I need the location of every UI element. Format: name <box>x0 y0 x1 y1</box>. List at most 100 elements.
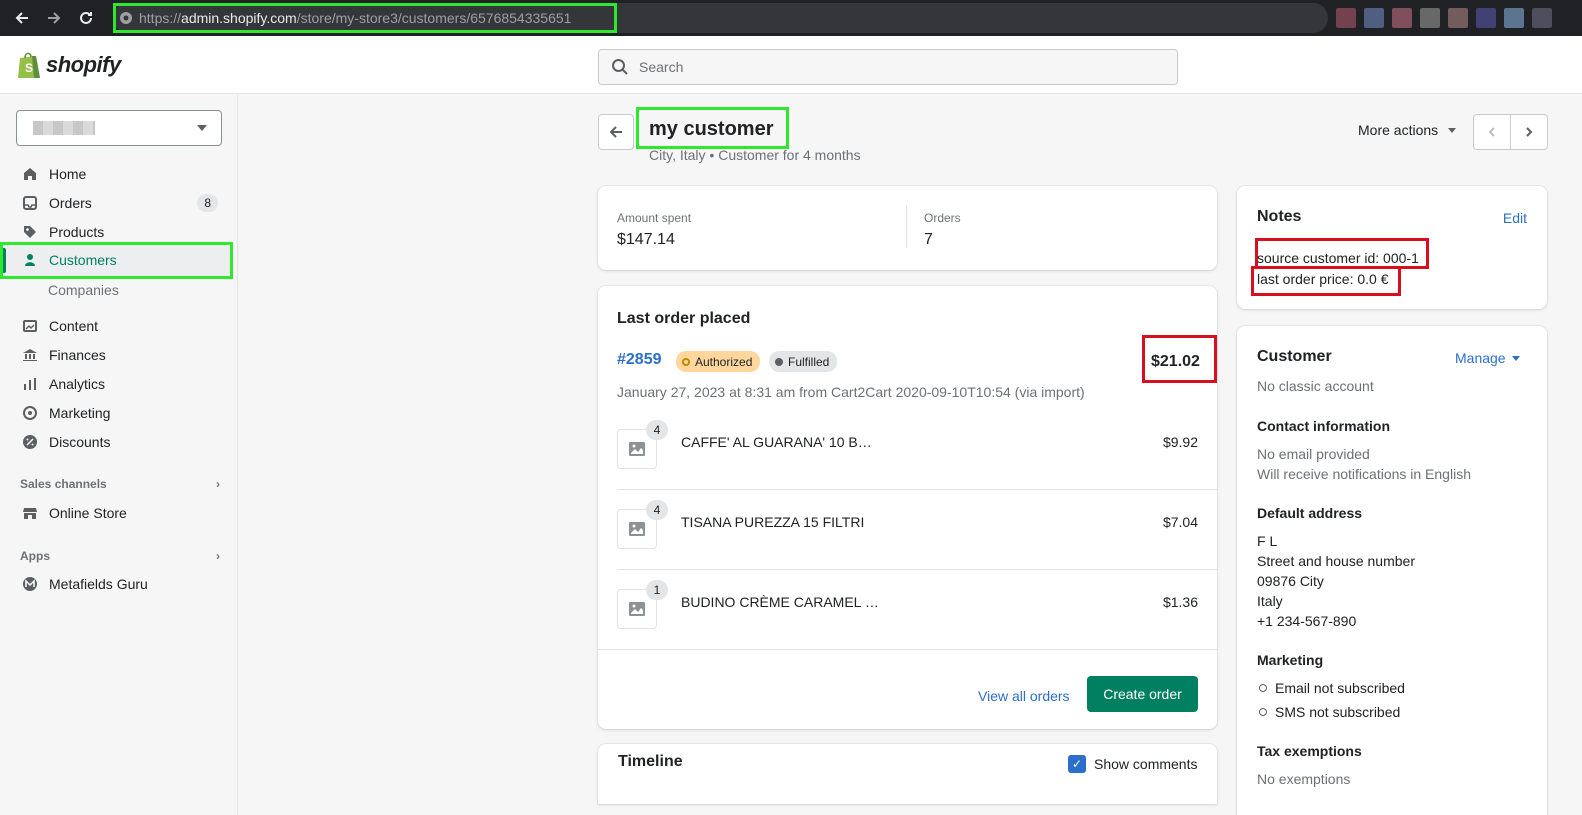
more-actions-button[interactable]: More actions <box>1358 122 1457 138</box>
manage-label: Manage <box>1455 350 1506 366</box>
search-bar[interactable] <box>598 49 1178 85</box>
person-icon <box>21 251 39 269</box>
address-phone: +1 234-567-890 <box>1257 613 1357 629</box>
order-number-link[interactable]: #2859 <box>617 351 662 369</box>
sidebar-item-label: Orders <box>49 195 92 211</box>
bar-chart-icon <box>21 375 39 393</box>
contact-info-title: Contact information <box>1257 418 1390 434</box>
fulfillment-status-label: Fulfilled <box>788 354 830 369</box>
edit-notes-link[interactable]: Edit <box>1503 210 1527 226</box>
checkbox-checked-icon[interactable]: ✓ <box>1068 755 1086 773</box>
sidebar-item-label: Analytics <box>49 376 106 392</box>
create-order-button[interactable]: Create order <box>1087 676 1198 712</box>
image-placeholder-icon <box>629 442 645 456</box>
line-item-name: CAFFE' AL GUARANA' 10 B… <box>681 434 872 450</box>
quantity-badge: 4 <box>646 500 668 520</box>
sidebar-item-customers[interactable]: Customers <box>0 246 238 274</box>
page-subtitle: City, Italy • Customer for 4 months <box>649 147 861 163</box>
reload-icon[interactable] <box>70 2 102 34</box>
sidebar-item-content[interactable]: Content <box>0 312 238 340</box>
back-button[interactable] <box>598 114 634 150</box>
extension-icon[interactable] <box>1336 8 1356 28</box>
extension-icon[interactable] <box>1392 8 1412 28</box>
chevron-right-icon: › <box>216 477 220 491</box>
fulfillment-status-badge: Fulfilled <box>769 351 838 372</box>
sidebar-item-label: Finances <box>49 347 106 363</box>
sidebar-item-analytics[interactable]: Analytics <box>0 370 238 398</box>
sidebar-item-companies[interactable]: Companies <box>48 282 119 298</box>
extension-icon[interactable] <box>1504 8 1524 28</box>
shopify-wordmark: shopify <box>46 52 121 77</box>
line-item-price: $1.36 <box>1162 594 1198 610</box>
caret-down-icon <box>1448 127 1457 133</box>
email-marketing-status: Email not subscribed <box>1259 680 1405 696</box>
divider <box>906 206 907 248</box>
line-item[interactable]: 1 BUDINO CRÈME CARAMEL … $1.36 <box>617 569 1198 649</box>
show-comments-label: Show comments <box>1094 756 1198 772</box>
shopify-logo[interactable]: S shopify <box>16 50 121 80</box>
previous-customer-button[interactable] <box>1474 115 1511 149</box>
orders-value: 7 <box>924 231 933 248</box>
inbox-icon <box>21 194 39 212</box>
last-order-card: Last order placed #2859 Authorized Fulfi… <box>598 286 1217 729</box>
email-marketing-label: Email not subscribed <box>1275 680 1405 696</box>
sidebar-item-orders[interactable]: Orders 8 <box>0 189 238 217</box>
extension-icon[interactable] <box>1364 8 1384 28</box>
store-selector[interactable] <box>16 110 222 146</box>
manage-dropdown[interactable]: Manage <box>1455 350 1520 366</box>
sidebar-item-discounts[interactable]: Discounts <box>0 428 238 456</box>
customer-card-title: Customer <box>1257 348 1332 365</box>
discount-icon <box>21 433 39 451</box>
home-icon <box>21 165 39 183</box>
sidebar-item-home[interactable]: Home <box>0 160 238 188</box>
notes-card: Notes Edit source customer id: 000-1 las… <box>1237 186 1547 309</box>
extension-icon[interactable] <box>1420 8 1440 28</box>
image-placeholder-icon <box>629 602 645 616</box>
extension-icon[interactable] <box>1532 8 1552 28</box>
store-name-redacted <box>33 121 95 135</box>
search-input[interactable] <box>639 59 1159 75</box>
notification-language: Will receive notifications in English <box>1257 466 1471 482</box>
search-icon <box>612 59 628 75</box>
status-ring-icon <box>1259 708 1267 716</box>
sidebar: Home Orders 8 Products Customers Compani… <box>0 95 238 815</box>
line-item[interactable]: 4 CAFFE' AL GUARANA' 10 B… $9.92 <box>617 409 1198 489</box>
last-order-title: Last order placed <box>617 310 751 327</box>
timeline-card <box>598 744 1217 804</box>
account-status: No classic account <box>1257 378 1374 394</box>
quantity-badge: 4 <box>646 420 668 440</box>
tax-exemptions-title: Tax exemptions <box>1257 743 1362 759</box>
email-value: No email provided <box>1257 446 1370 462</box>
more-actions-label: More actions <box>1358 122 1439 138</box>
address-line: Street and house number <box>1257 553 1415 569</box>
customer-stats-card: Amount spent $147.14 Orders 7 <box>598 186 1217 270</box>
sidebar-item-label: Customers <box>49 252 117 268</box>
sidebar-item-online-store[interactable]: Online Store <box>0 499 238 527</box>
extension-icon[interactable] <box>1448 8 1468 28</box>
line-item[interactable]: 4 TISANA PUREZZA 15 FILTRI $7.04 <box>617 489 1198 569</box>
sales-channels-header[interactable]: Sales channels › <box>20 477 220 491</box>
next-customer-button[interactable] <box>1511 115 1547 149</box>
browser-toolbar: https://admin.shopify.com/store/my-store… <box>0 0 1582 36</box>
show-comments-toggle[interactable]: ✓ Show comments <box>1068 755 1197 773</box>
payment-status-badge: Authorized <box>676 351 761 372</box>
back-arrow-icon[interactable] <box>6 2 38 34</box>
view-all-orders-link[interactable]: View all orders <box>978 688 1070 704</box>
apps-header[interactable]: Apps › <box>20 549 220 563</box>
sidebar-item-marketing[interactable]: Marketing <box>0 399 238 427</box>
note-line: source customer id: 000-1 <box>1257 250 1419 266</box>
sales-channels-label: Sales channels <box>20 477 107 491</box>
image-placeholder-icon <box>629 522 645 536</box>
tag-icon <box>21 223 39 241</box>
sidebar-item-metafields-guru[interactable]: Metafields Guru <box>0 570 238 598</box>
arrow-left-icon <box>609 126 622 138</box>
sidebar-item-finances[interactable]: Finances <box>0 341 238 369</box>
url-highlight-box <box>113 3 617 33</box>
extension-icon[interactable] <box>1476 8 1496 28</box>
metafields-app-icon <box>21 575 39 593</box>
forward-arrow-icon[interactable] <box>38 2 70 34</box>
address-line: 09876 City <box>1257 573 1324 589</box>
extension-icons <box>1336 8 1552 28</box>
amount-spent-value: $147.14 <box>617 231 675 248</box>
order-total: $21.02 <box>1151 353 1200 370</box>
